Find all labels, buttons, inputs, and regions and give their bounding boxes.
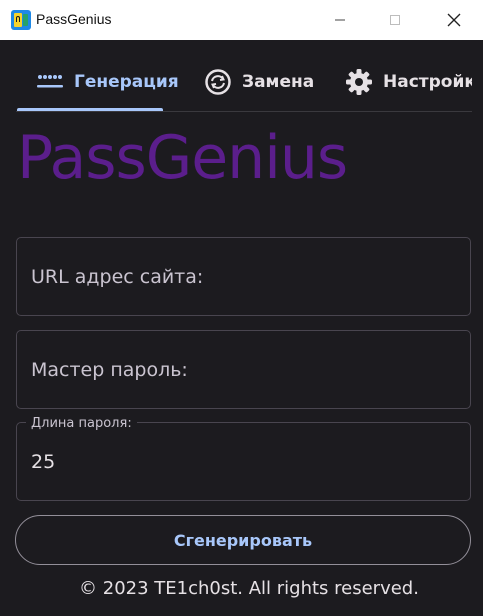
brand-heading: PassGenius (17, 123, 348, 193)
url-field-placeholder: URL адрес сайта: (31, 266, 204, 288)
minimize-icon (335, 19, 345, 21)
tab-settings[interactable]: Настройки (345, 52, 472, 111)
app-window: PassGenius Генерация Замена Настрой Pass… (0, 0, 483, 616)
password-length-label: Длина пароля: (26, 416, 137, 431)
url-field[interactable]: URL адрес сайта: (16, 237, 471, 316)
password-length-field[interactable]: Длина пароля: 25 (16, 416, 471, 501)
passgenius-app-icon (11, 10, 31, 30)
maximize-button[interactable] (372, 0, 418, 40)
active-tab-indicator (17, 108, 163, 111)
master-password-field[interactable]: Мастер пароль: (16, 330, 471, 409)
close-button[interactable] (431, 0, 477, 40)
tab-generate[interactable]: Генерация (36, 52, 179, 111)
window-title: PassGenius (36, 11, 112, 27)
tab-bar: Генерация Замена Настрой (16, 52, 472, 112)
tab-replace-label: Замена (242, 71, 315, 92)
close-icon (447, 13, 461, 27)
copyright-footer: © 2023 TE1ch0st. All rights reserved. (79, 578, 419, 599)
tab-replace[interactable]: Замена (204, 52, 314, 111)
password-dots-icon (36, 68, 64, 96)
tab-generate-label: Генерация (74, 71, 179, 92)
generate-button[interactable]: Сгенерировать (15, 515, 471, 565)
minimize-button[interactable] (317, 0, 363, 40)
title-bar[interactable]: PassGenius (0, 0, 483, 40)
tab-settings-label: Настройки (383, 71, 472, 92)
gear-icon (345, 68, 373, 96)
master-password-placeholder: Мастер пароль: (31, 359, 188, 381)
replace-cycle-icon (204, 68, 232, 96)
maximize-icon (390, 15, 400, 25)
password-length-value: 25 (31, 451, 56, 473)
